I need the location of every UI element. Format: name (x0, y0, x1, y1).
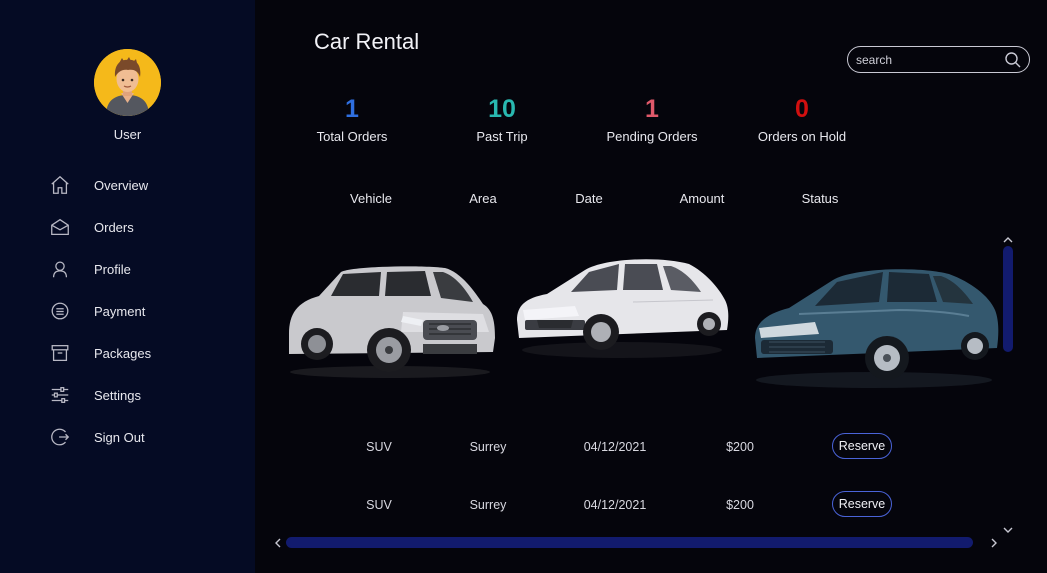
sidebar-item-label: Overview (94, 177, 149, 193)
cell-date: 04/12/2021 (583, 440, 647, 454)
sidebar: User Overview Orders Profile Payment Pac… (0, 0, 255, 573)
cell-vehicle: SUV (366, 440, 392, 454)
sidebar-item-label: Profile (94, 261, 131, 277)
stat-label: Past Trip (476, 129, 528, 144)
scroll-right-arrow-icon[interactable] (988, 536, 1000, 550)
sidebar-item-packages[interactable]: Packages (48, 340, 228, 366)
scroll-left-arrow-icon[interactable] (272, 536, 284, 550)
cell-date: 04/12/2021 (583, 498, 647, 512)
sign-out-icon (48, 425, 72, 449)
sidebar-item-label: Payment (94, 303, 146, 319)
column-header-date: Date (575, 191, 603, 206)
sidebar-item-settings[interactable]: Settings (48, 382, 228, 408)
sidebar-item-sign-out[interactable]: Sign Out (48, 424, 228, 450)
stat-label: Pending Orders (606, 129, 698, 144)
stat-label: Orders on Hold (757, 129, 847, 144)
cell-amount: $200 (726, 440, 754, 454)
stat-past-trip: 10 Past Trip (427, 95, 577, 144)
stat-value: 10 (488, 95, 516, 123)
search-input[interactable] (856, 51, 1004, 69)
scroll-up-arrow-icon[interactable] (1001, 233, 1015, 245)
column-header-amount: Amount (679, 191, 725, 206)
sidebar-item-label: Settings (94, 387, 141, 403)
avatar[interactable] (94, 49, 161, 116)
stat-label: Total Orders (316, 129, 388, 144)
cell-area: Surrey (469, 498, 507, 512)
car-image-sedan-white (513, 250, 731, 365)
page-title: Car Rental (314, 29, 420, 54)
column-header-status: Status (801, 191, 839, 206)
cell-area: Surrey (469, 440, 507, 454)
sidebar-item-profile[interactable]: Profile (48, 256, 228, 282)
scroll-down-arrow-icon[interactable] (1001, 523, 1015, 535)
stat-pending-orders: 1 Pending Orders (577, 95, 727, 144)
user-icon (48, 257, 72, 281)
car-image-suv (283, 262, 497, 385)
search-icon[interactable] (1003, 50, 1023, 70)
user-avatar-icon (94, 49, 161, 116)
stat-value: 1 (345, 95, 359, 123)
user-name: User (113, 127, 142, 142)
stat-value: 0 (795, 95, 809, 123)
stat-total-orders: 1 Total Orders (277, 95, 427, 144)
archive-icon (48, 341, 72, 365)
sidebar-item-orders[interactable]: Orders (48, 214, 228, 240)
reserve-button[interactable]: Reserve (832, 433, 892, 459)
list-circle-icon (48, 299, 72, 323)
stat-value: 1 (645, 95, 659, 123)
vertical-scrollbar-thumb[interactable] (1003, 246, 1013, 352)
main-panel: Car Rental 1 Total Orders 10 Past Trip 1… (255, 0, 1047, 573)
sidebar-item-label: Sign Out (94, 429, 145, 445)
sidebar-item-label: Packages (94, 345, 152, 361)
column-header-vehicle: Vehicle (350, 191, 392, 206)
sidebar-item-payment[interactable]: Payment (48, 298, 228, 324)
car-image-sedan-blue (749, 262, 999, 395)
horizontal-scrollbar-thumb[interactable] (286, 537, 973, 548)
sliders-icon (48, 383, 72, 407)
home-icon (48, 173, 72, 197)
cell-vehicle: SUV (366, 498, 392, 512)
search-box[interactable] (847, 46, 1030, 73)
sidebar-item-overview[interactable]: Overview (48, 172, 228, 198)
stat-orders-on-hold: 0 Orders on Hold (727, 95, 877, 144)
cell-amount: $200 (726, 498, 754, 512)
sidebar-item-label: Orders (94, 219, 134, 235)
reserve-button[interactable]: Reserve (832, 491, 892, 517)
column-header-area: Area (469, 191, 497, 206)
envelope-icon (48, 215, 72, 239)
